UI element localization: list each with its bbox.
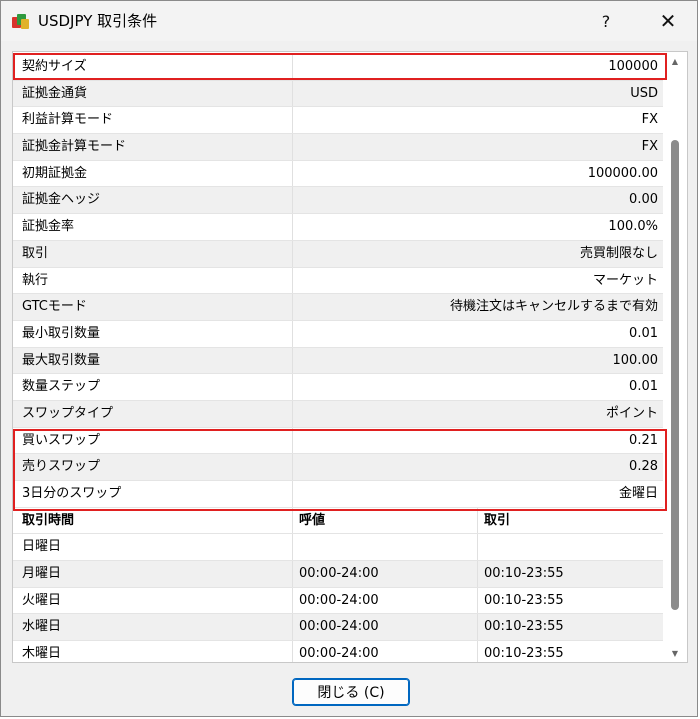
spec-value: 100.0% bbox=[608, 219, 658, 235]
spec-value: FX bbox=[641, 112, 658, 128]
schedule-cell: 00:10-23:55 bbox=[484, 592, 564, 608]
spec-row[interactable]: 売りスワップ 0.28 bbox=[13, 454, 664, 481]
spec-value: 100000.00 bbox=[587, 165, 658, 181]
spec-label: 証拠金ヘッジ bbox=[13, 187, 293, 214]
spec-row[interactable]: 数量ステップ 0.01 bbox=[13, 374, 664, 401]
schedule-row[interactable]: 月曜日 00:00-24:00 00:10-23:55 bbox=[13, 561, 664, 588]
close-button[interactable]: 閉じる (C) bbox=[292, 678, 410, 706]
spec-row[interactable]: 最大取引数量 100.00 bbox=[13, 347, 664, 375]
spec-value: 0.01 bbox=[629, 325, 658, 341]
schedule-cell bbox=[293, 534, 478, 561]
spec-value: USD bbox=[630, 85, 658, 101]
spec-label: 買いスワップ bbox=[13, 427, 293, 454]
scroll-thumb[interactable] bbox=[671, 140, 679, 610]
spec-row[interactable]: 初期証拠金 100000.00 bbox=[13, 160, 664, 188]
spec-row[interactable]: 証拠金計算モード FX bbox=[13, 134, 664, 161]
spec-label: 契約サイズ bbox=[13, 54, 293, 80]
schedule-cell: 00:10-23:55 bbox=[484, 619, 564, 635]
schedule-cell: 00:10-23:55 bbox=[484, 566, 564, 582]
spec-value: 0.01 bbox=[629, 379, 658, 395]
spec-value: 0.28 bbox=[629, 459, 658, 475]
spec-label: 数量ステップ bbox=[13, 374, 293, 400]
spec-row[interactable]: 3日分のスワップ 金曜日 bbox=[13, 481, 664, 508]
spec-label: 証拠金率 bbox=[13, 214, 293, 240]
spec-label: 初期証拠金 bbox=[13, 160, 293, 187]
schedule-header-row: 取引時間 呼値 取引 bbox=[13, 507, 664, 535]
specification-table: 契約サイズ 100000 証拠金通貨 USD 利益計算モード FX 証拠金計算モード FX 初期… bbox=[12, 51, 688, 663]
spec-label: 売りスワップ bbox=[13, 454, 293, 480]
spec-label: 取引 bbox=[13, 240, 293, 267]
schedule-row[interactable]: 火曜日 00:00-24:00 00:10-23:55 bbox=[13, 587, 664, 615]
spec-value: FX bbox=[641, 139, 658, 155]
spec-label: 利益計算モード bbox=[13, 107, 293, 134]
schedule-cell: 00:00-24:00 bbox=[293, 587, 478, 614]
title-bar: USDJPY 取引条件 ? ✕ bbox=[1, 1, 697, 41]
spec-label: 執行 bbox=[13, 267, 293, 294]
scroll-down-arrow-icon[interactable]: ▼ bbox=[663, 644, 687, 662]
window-title: USDJPY 取引条件 bbox=[38, 12, 158, 30]
spec-value: 100.00 bbox=[612, 352, 659, 368]
schedule-cell: 日曜日 bbox=[13, 534, 293, 561]
schedule-cell: 火曜日 bbox=[13, 587, 293, 614]
spec-row[interactable]: 証拠金ヘッジ 0.00 bbox=[13, 187, 664, 215]
spec-row[interactable]: 取引 売買制限なし bbox=[13, 240, 664, 268]
spec-row[interactable]: 執行 マーケット bbox=[13, 267, 664, 295]
schedule-cell: 00:00-24:00 bbox=[293, 641, 478, 662]
spec-value: 0.00 bbox=[629, 192, 658, 208]
spec-value: 待機注文はキャンセルするまで有効 bbox=[449, 299, 658, 315]
help-button[interactable]: ? bbox=[588, 7, 624, 35]
spec-value: 金曜日 bbox=[618, 486, 658, 501]
symbol-properties-dialog: USDJPY 取引条件 ? ✕ 契約サイズ 100000 証拠金通貨 USD 利益計算モ… bbox=[0, 0, 698, 717]
spec-label: 証拠金計算モード bbox=[13, 134, 293, 160]
spec-label: スワップタイプ bbox=[13, 400, 293, 427]
schedule-cell: 00:10-23:55 bbox=[484, 646, 564, 662]
schedule-cell: 木曜日 bbox=[13, 641, 293, 662]
mt-symbol-icon bbox=[11, 11, 31, 31]
schedule-cell bbox=[478, 534, 664, 560]
schedule-row[interactable]: 日曜日 bbox=[13, 534, 664, 562]
spec-rows: 契約サイズ 100000 証拠金通貨 USD 利益計算モード FX 証拠金計算モード FX 初期… bbox=[13, 54, 664, 662]
spec-value: 売買制限なし bbox=[579, 245, 658, 261]
spec-label: 3日分のスワップ bbox=[13, 481, 293, 507]
schedule-column-header: 呼値 bbox=[293, 507, 478, 534]
vertical-scrollbar[interactable]: ▲ ▼ bbox=[663, 52, 687, 662]
spec-row[interactable]: 買いスワップ 0.21 bbox=[13, 427, 664, 455]
schedule-column-header: 取引 bbox=[484, 512, 511, 528]
spec-row[interactable]: 最小取引数量 0.01 bbox=[13, 320, 664, 348]
spec-label: 最小取引数量 bbox=[13, 320, 293, 347]
spec-row[interactable]: 証拠金率 100.0% bbox=[13, 214, 664, 241]
schedule-cell: 月曜日 bbox=[13, 561, 293, 587]
spec-value: 100000 bbox=[608, 59, 658, 74]
spec-value: 0.21 bbox=[629, 432, 658, 448]
schedule-cell: 00:00-24:00 bbox=[293, 614, 478, 641]
spec-row[interactable]: スワップタイプ ポイント bbox=[13, 400, 664, 428]
spec-row[interactable]: GTCモード 待機注文はキャンセルするまで有効 bbox=[13, 294, 664, 321]
spec-row[interactable]: 契約サイズ 100000 bbox=[13, 54, 664, 81]
spec-row[interactable]: 利益計算モード FX bbox=[13, 107, 664, 135]
spec-label: 証拠金通貨 bbox=[13, 80, 293, 107]
close-window-button[interactable]: ✕ bbox=[650, 7, 686, 35]
schedule-column-header: 取引時間 bbox=[13, 507, 293, 534]
spec-value: マーケット bbox=[592, 272, 658, 288]
schedule-cell: 00:00-24:00 bbox=[293, 561, 478, 587]
spec-label: 最大取引数量 bbox=[13, 347, 293, 374]
spec-row[interactable]: 証拠金通貨 USD bbox=[13, 80, 664, 108]
spec-value: ポイント bbox=[605, 405, 658, 421]
schedule-cell: 水曜日 bbox=[13, 614, 293, 641]
schedule-row[interactable]: 水曜日 00:00-24:00 00:10-23:55 bbox=[13, 614, 664, 642]
spec-label: GTCモード bbox=[13, 294, 293, 320]
schedule-row[interactable]: 木曜日 00:00-24:00 00:10-23:55 bbox=[13, 641, 664, 662]
scroll-up-arrow-icon[interactable]: ▲ bbox=[663, 52, 687, 70]
